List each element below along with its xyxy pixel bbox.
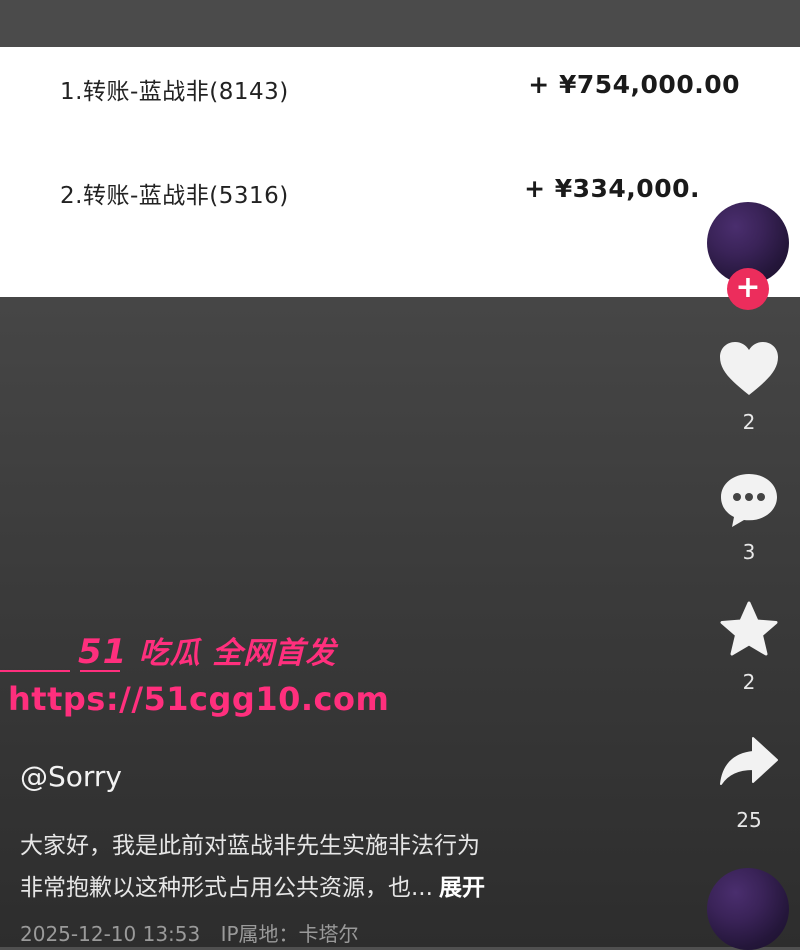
post-timestamp: 2025-12-10 13:53 xyxy=(20,922,201,946)
follow-button[interactable]: + xyxy=(727,268,769,310)
transaction-label: 2.转账-蓝战非(5316) xyxy=(60,183,289,209)
caption-text: 非常抱歉以这种形式占用公共资源，也... xyxy=(20,875,433,901)
caption-line: 非常抱歉以这种形式占用公共资源，也... 展开 xyxy=(20,867,680,909)
favorite-button[interactable] xyxy=(709,600,789,670)
expand-link[interactable]: 展开 xyxy=(439,875,485,901)
heart-icon xyxy=(720,342,778,395)
watermark-decoration xyxy=(0,670,120,672)
share-button[interactable] xyxy=(709,732,789,802)
music-disc-avatar[interactable] xyxy=(707,868,789,950)
comment-button[interactable] xyxy=(709,470,789,540)
transaction-amount: + ¥754,000.00 xyxy=(528,70,740,99)
transaction-row: 1.转账-蓝战非(8143) + ¥754,000.00 xyxy=(60,68,760,108)
favorite-count: 2 xyxy=(742,670,756,694)
share-icon xyxy=(720,737,778,785)
comment-icon xyxy=(721,474,777,527)
transaction-label: 1.转账-蓝战非(8143) xyxy=(60,79,289,105)
like-button[interactable] xyxy=(709,340,789,410)
post-meta: 2025-12-10 13:53 IP属地：卡塔尔 xyxy=(20,918,359,947)
caption-line: 大家好，我是此前对蓝战非先生实施非法行为 xyxy=(20,833,480,859)
share-count: 25 xyxy=(736,808,762,832)
like-count: 2 xyxy=(742,410,756,434)
watermark-url: https://51cgg10.com xyxy=(8,680,390,718)
comment-count: 3 xyxy=(742,540,756,564)
post-username[interactable]: @Sorry xyxy=(20,760,122,793)
plus-icon: + xyxy=(735,270,761,305)
transaction-row: 2.转账-蓝战非(5316) + ¥334,000. xyxy=(60,172,760,212)
transaction-amount: + ¥334,000. xyxy=(524,174,700,203)
top-bar xyxy=(0,0,800,47)
post-caption: 大家好，我是此前对蓝战非先生实施非法行为 非常抱歉以这种形式占用公共资源，也..… xyxy=(20,825,680,909)
ip-location: IP属地：卡塔尔 xyxy=(220,922,359,946)
star-icon xyxy=(720,601,778,656)
